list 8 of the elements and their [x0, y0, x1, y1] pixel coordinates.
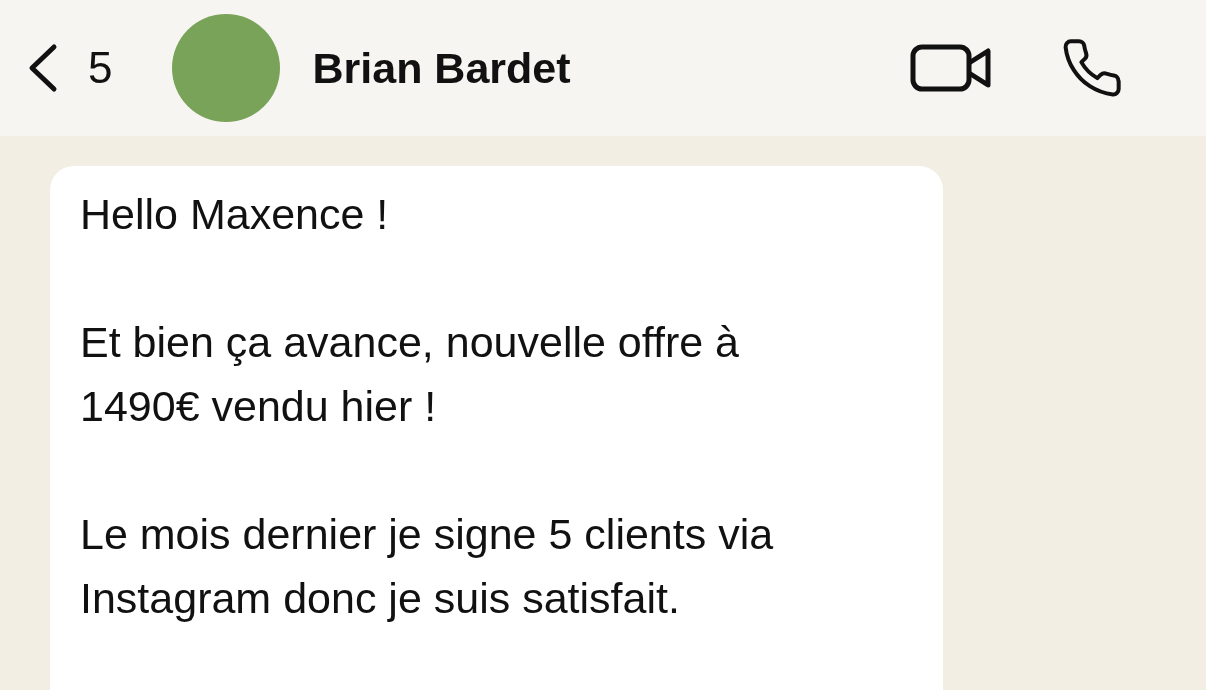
message-text: Hello Maxence ! [80, 189, 390, 240]
message-text: Et bien ça avance, nouvelle offre à 1490€ vendu hier ! [80, 317, 740, 432]
unread-count: 5 [88, 42, 113, 94]
contact-name[interactable]: Brian Bardet [312, 35, 571, 101]
back-button[interactable]: 5 [26, 35, 113, 101]
message-text: Le mois dernier je signe 5 clients via Instagram donc je suis satisfait. [80, 509, 775, 624]
video-camera-icon [910, 43, 992, 93]
video-call-button[interactable] [910, 43, 992, 93]
